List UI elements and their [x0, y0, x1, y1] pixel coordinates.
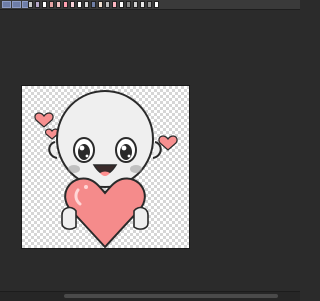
left-eye — [73, 137, 95, 163]
scroll-thumb[interactable] — [64, 294, 278, 298]
big-heart-icon — [64, 177, 146, 248]
small-heart-icon-1 — [34, 112, 54, 128]
color-swatch-2[interactable] — [35, 1, 40, 8]
tool-group — [2, 1, 31, 8]
color-swatch-1[interactable] — [28, 1, 33, 8]
right-eye — [115, 137, 137, 163]
left-blush — [68, 165, 80, 173]
color-swatch-16[interactable] — [133, 1, 138, 8]
color-swatch-9[interactable] — [84, 1, 89, 8]
pen-tool-icon[interactable] — [12, 1, 21, 8]
right-blush — [130, 165, 142, 173]
color-swatch-18[interactable] — [147, 1, 152, 8]
artwork — [34, 90, 178, 248]
color-swatch-8[interactable] — [77, 1, 82, 8]
left-hand — [61, 206, 77, 230]
brush-tool-icon[interactable] — [2, 1, 11, 8]
color-swatch-19[interactable] — [154, 1, 159, 8]
color-swatch-6[interactable] — [63, 1, 68, 8]
toolbar — [0, 0, 300, 10]
workspace — [0, 10, 300, 292]
color-palette — [28, 1, 159, 8]
color-swatch-15[interactable] — [126, 1, 131, 8]
color-swatch-11[interactable] — [98, 1, 103, 8]
color-swatch-10[interactable] — [91, 1, 96, 8]
color-swatch-7[interactable] — [70, 1, 75, 8]
drawing-canvas[interactable] — [22, 86, 189, 248]
color-swatch-4[interactable] — [49, 1, 54, 8]
color-swatch-17[interactable] — [140, 1, 145, 8]
color-swatch-5[interactable] — [56, 1, 61, 8]
color-swatch-3[interactable] — [42, 1, 47, 8]
color-swatch-13[interactable] — [112, 1, 117, 8]
color-swatch-12[interactable] — [105, 1, 110, 8]
right-hand — [133, 206, 149, 230]
color-swatch-14[interactable] — [119, 1, 124, 8]
